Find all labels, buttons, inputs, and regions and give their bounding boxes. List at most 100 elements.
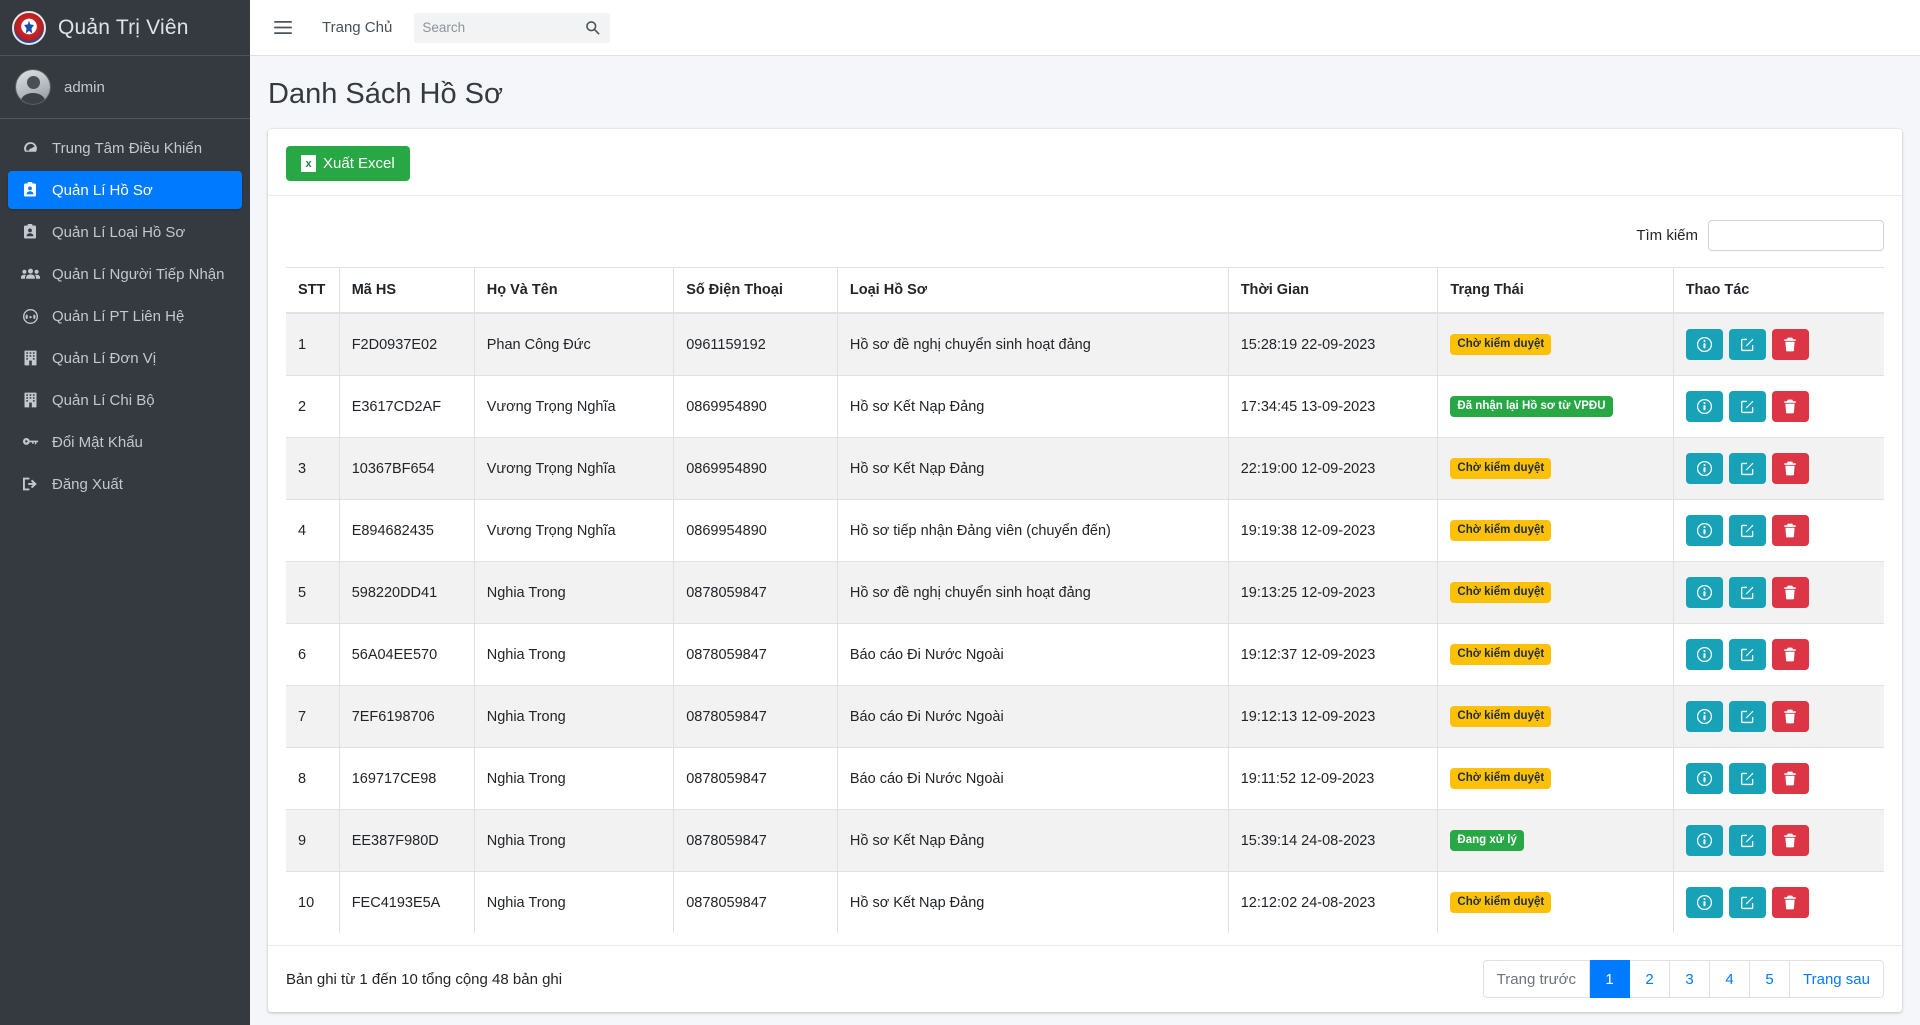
edit-icon	[1740, 895, 1755, 910]
info-button[interactable]	[1685, 329, 1723, 360]
cell-ma-hs: 7EF6198706	[338, 685, 475, 748]
page-link-trang-trước[interactable]: Trang trước	[1482, 960, 1591, 998]
cell-thao-tac	[1672, 623, 1884, 686]
col-header-trang-thai[interactable]: Trạng Thái	[1437, 267, 1674, 314]
status-badge: Chờ kiểm duyệt	[1450, 520, 1552, 541]
cell-thoi-gian: 15:28:19 22-09-2023	[1227, 312, 1438, 376]
col-header-so-dien-thoai[interactable]: Số Điện Thoại	[673, 267, 838, 314]
export-excel-button[interactable]: x Xuất Excel	[286, 146, 410, 181]
edit-button[interactable]	[1728, 329, 1766, 360]
edit-button[interactable]	[1728, 825, 1766, 856]
cell-thoi-gian: 22:19:00 12-09-2023	[1227, 437, 1438, 500]
delete-button[interactable]	[1771, 701, 1809, 732]
key-icon	[20, 434, 40, 450]
col-header-loai-ho-so[interactable]: Loại Hồ Sơ	[836, 267, 1229, 314]
table-head: STT Mã HS Họ Và Tên Số Điện Thoại Loại H…	[286, 267, 1884, 314]
info-button[interactable]	[1685, 391, 1723, 422]
delete-button[interactable]	[1771, 763, 1809, 794]
edit-button[interactable]	[1728, 639, 1766, 670]
info-button[interactable]	[1685, 825, 1723, 856]
row-actions	[1685, 453, 1872, 484]
info-button[interactable]	[1685, 763, 1723, 794]
cell-stt: 2	[286, 375, 340, 438]
cell-trang-thai: Chờ kiểm duyệt	[1437, 312, 1674, 376]
brand[interactable]: Quản Trị Viên	[0, 0, 250, 56]
col-header-ho-va-ten[interactable]: Họ Và Tên	[473, 267, 674, 314]
cell-trang-thai: Chờ kiểm duyệt	[1437, 871, 1674, 933]
delete-button[interactable]	[1771, 453, 1809, 484]
delete-button[interactable]	[1771, 639, 1809, 670]
sidebar-item-quan-li-loai-ho-so[interactable]: Quản Lí Loại Hồ Sơ	[8, 213, 242, 251]
cell-loai-ho-so: Hồ sơ Kết Nạp Đảng	[836, 809, 1229, 872]
edit-button[interactable]	[1728, 701, 1766, 732]
sidebar-item-doi-mat-khau[interactable]: Đổi Mật Khẩu	[8, 423, 242, 461]
delete-button[interactable]	[1771, 825, 1809, 856]
sidebar-item-quan-li-ho-so[interactable]: Quản Lí Hồ Sơ	[8, 171, 242, 209]
cell-so-dien-thoai: 0878059847	[673, 809, 838, 872]
cell-thoi-gian: 12:12:02 24-08-2023	[1227, 871, 1438, 933]
page-link-4[interactable]: 4	[1710, 960, 1751, 998]
edit-button[interactable]	[1728, 763, 1766, 794]
user-avatar	[16, 70, 50, 104]
edit-button[interactable]	[1728, 515, 1766, 546]
info-button[interactable]	[1685, 577, 1723, 608]
status-badge: Chờ kiểm duyệt	[1450, 334, 1552, 355]
sidebar-item-quan-li-chi-bo[interactable]: Quản Lí Chi Bộ	[8, 381, 242, 419]
col-header-stt[interactable]: STT	[286, 267, 340, 314]
sidebar-item-label: Quản Lí Chi Bộ	[52, 391, 155, 409]
user-panel[interactable]: admin	[0, 56, 250, 119]
edit-icon	[1740, 461, 1755, 476]
cell-ma-hs: EE387F980D	[338, 809, 475, 872]
search-icon[interactable]	[574, 12, 611, 43]
page-link-1[interactable]: 1	[1590, 960, 1631, 998]
trash-icon	[1783, 585, 1797, 600]
nav-link-trang-chu[interactable]: Trang Chủ	[308, 19, 406, 36]
table-search-input[interactable]	[1708, 220, 1884, 251]
edit-button[interactable]	[1728, 577, 1766, 608]
info-button[interactable]	[1685, 639, 1723, 670]
cell-thao-tac	[1672, 561, 1884, 624]
info-button[interactable]	[1685, 515, 1723, 546]
info-icon	[1696, 337, 1712, 352]
trash-icon	[1783, 523, 1797, 538]
sidebar-item-dashboard[interactable]: Trung Tâm Điều Khiển	[8, 129, 242, 167]
status-badge: Đã nhận lại Hồ sơ từ VPĐU	[1450, 396, 1613, 417]
edit-button[interactable]	[1728, 391, 1766, 422]
delete-button[interactable]	[1771, 887, 1809, 918]
delete-button[interactable]	[1771, 329, 1809, 360]
delete-button[interactable]	[1771, 577, 1809, 608]
delete-button[interactable]	[1771, 391, 1809, 422]
sidebar-item-quan-li-nguoi-tiep-nhan[interactable]: Quản Lí Người Tiếp Nhận	[8, 255, 242, 293]
page-link-5[interactable]: 5	[1750, 960, 1791, 998]
page-link-trang-sau[interactable]: Trang sau	[1790, 960, 1884, 998]
sidebar: Quản Trị Viên admin Trung Tâm Điều Khiển…	[0, 0, 250, 1025]
cell-stt: 6	[286, 623, 340, 686]
col-header-ma-hs[interactable]: Mã HS	[338, 267, 475, 314]
status-badge: Chờ kiểm duyệt	[1450, 458, 1552, 479]
info-button[interactable]	[1685, 701, 1723, 732]
sidebar-item-dang-xuat[interactable]: Đăng Xuất	[8, 465, 242, 503]
main-area: Trang Chủ Danh Sách Hồ Sơ x Xuất Excel	[250, 0, 1920, 1025]
edit-button[interactable]	[1728, 453, 1766, 484]
ho-so-table: STT Mã HS Họ Và Tên Số Điện Thoại Loại H…	[286, 267, 1884, 933]
row-actions	[1685, 701, 1872, 732]
page-link-2[interactable]: 2	[1630, 960, 1671, 998]
user-name: admin	[64, 78, 105, 96]
table-row: 2 E3617CD2AF Vương Trọng Nghĩa 0869954890 Hồ…	[286, 375, 1884, 438]
delete-button[interactable]	[1771, 515, 1809, 546]
page-title: Danh Sách Hồ Sơ	[268, 78, 504, 110]
cell-so-dien-thoai: 0878059847	[673, 623, 838, 686]
cell-stt: 9	[286, 809, 340, 872]
cell-stt: 4	[286, 499, 340, 562]
page-link-3[interactable]: 3	[1670, 960, 1711, 998]
info-button[interactable]	[1685, 453, 1723, 484]
search-input[interactable]	[414, 12, 575, 43]
hamburger-icon[interactable]	[266, 11, 300, 45]
col-header-thao-tac[interactable]: Thao Tác	[1672, 267, 1884, 314]
edit-button[interactable]	[1728, 887, 1766, 918]
sidebar-item-quan-li-pt-lien-he[interactable]: Quản Lí PT Liên Hệ	[8, 297, 242, 335]
col-header-thoi-gian[interactable]: Thời Gian	[1227, 267, 1438, 314]
sidebar-item-quan-li-don-vi[interactable]: Quản Lí Đơn Vị	[8, 339, 242, 377]
cell-thoi-gian: 19:12:37 12-09-2023	[1227, 623, 1438, 686]
info-button[interactable]	[1685, 887, 1723, 918]
